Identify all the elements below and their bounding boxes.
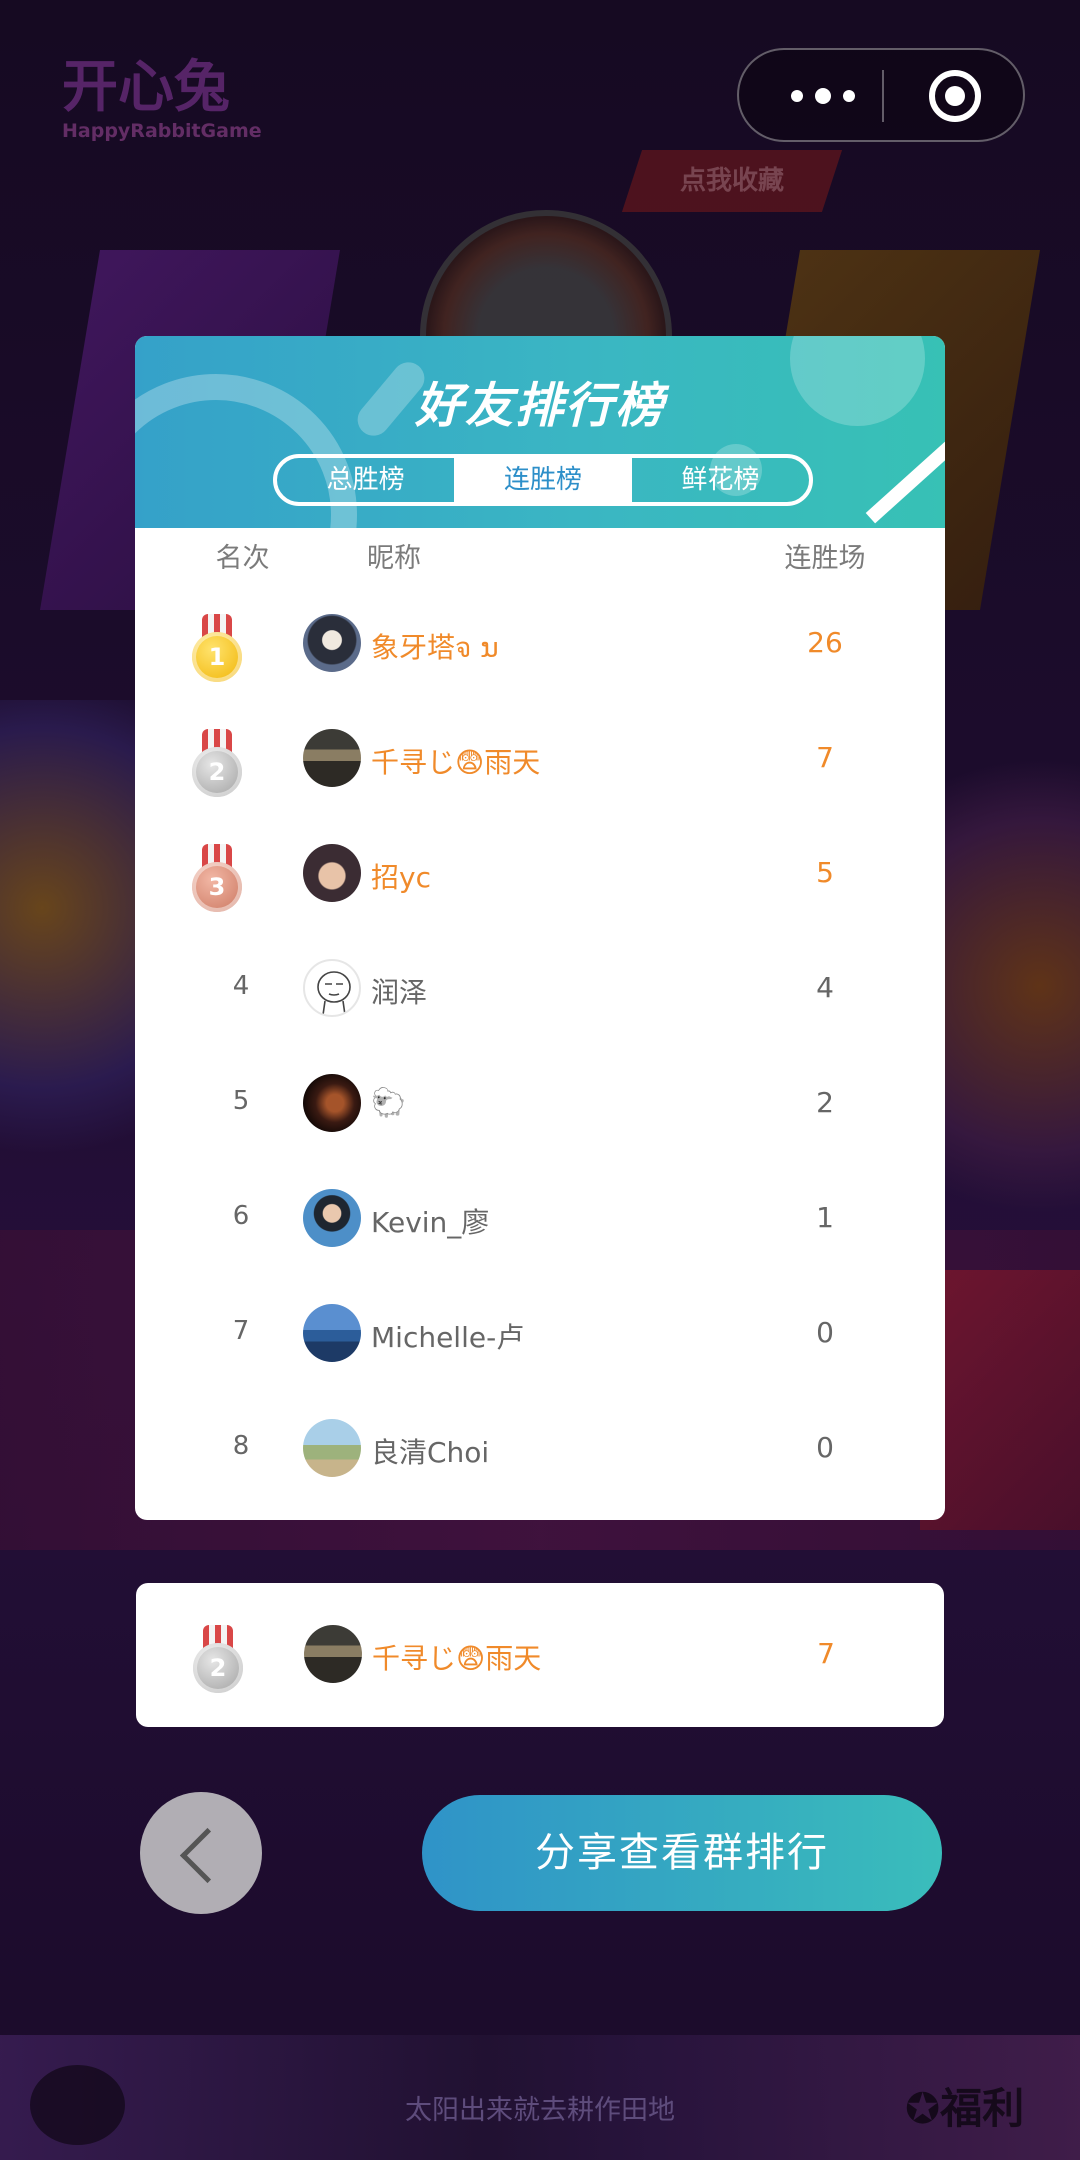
- share-group-ranking-button[interactable]: 分享查看群排行: [422, 1795, 942, 1911]
- row-score: 26: [807, 626, 843, 659]
- leaderboard-row: 4 润泽 4: [135, 931, 945, 1046]
- avatar: [304, 1625, 362, 1683]
- leaderboard-row: 5 🐑 2: [135, 1046, 945, 1161]
- leaderboard-row: 7 Michelle-卢 0: [135, 1276, 945, 1391]
- medal-rank: 3: [192, 862, 242, 912]
- silver-medal-icon: 2: [189, 1625, 247, 1695]
- medal-rank: 1: [192, 632, 242, 682]
- row-nickname: 🐑: [371, 1086, 406, 1119]
- my-rank: 2: [193, 1643, 243, 1693]
- row-nickname: 良清Choi: [371, 1436, 490, 1469]
- row-nickname: 象牙塔จ ນ: [371, 631, 499, 664]
- row-score: 1: [816, 1201, 834, 1234]
- avatar: [303, 959, 361, 1017]
- row-rank: 6: [232, 1201, 250, 1231]
- header-deco-stripe: [865, 432, 945, 524]
- my-score: 7: [817, 1637, 835, 1670]
- leaderboard-row: 8 良清Choi 0: [135, 1391, 945, 1506]
- more-options-icon[interactable]: [779, 50, 889, 140]
- leaderboard-row: 6 Kevin_廖 1: [135, 1161, 945, 1276]
- bookmark-banner: 点我收藏: [621, 150, 843, 212]
- avatar: [303, 614, 361, 672]
- row-nickname: Michelle-卢: [371, 1321, 525, 1354]
- row-nickname: 润泽: [371, 976, 428, 1009]
- leaderboard-row: 2 千寻じ😨雨天 7: [135, 701, 945, 816]
- avatar: [303, 1304, 361, 1362]
- bookmark-banner-label: 点我收藏: [679, 166, 784, 196]
- row-score: 4: [816, 971, 834, 1004]
- leaderboard-card: 好友排行榜 总胜榜 连胜榜 鲜花榜 名次 昵称 连胜场 1 象牙塔จ ນ 2 6 …: [135, 336, 945, 1520]
- row-score: 0: [816, 1316, 834, 1349]
- row-nickname: 千寻じ😨雨天: [371, 746, 541, 779]
- avatar: [303, 1189, 361, 1247]
- app-logo-text: 开心兔: [62, 55, 230, 120]
- bg-wing-right: [945, 700, 1080, 1220]
- column-header-rank: 名次: [215, 543, 270, 574]
- footer-slogan: 太阳出来就去耕作田地: [405, 2095, 675, 2126]
- avatar: [303, 1074, 361, 1132]
- my-rank-row: 2 千寻じ😨雨天 7: [136, 1597, 946, 1712]
- app-logo-subtitle: HappyRabbitGame: [62, 120, 262, 142]
- row-score: 7: [816, 741, 834, 774]
- column-header-score: 连胜场: [784, 543, 866, 574]
- my-rank-card: 2 千寻じ😨雨天 7: [136, 1583, 944, 1727]
- leaderboard-header: 好友排行榜 总胜榜 连胜榜 鲜花榜: [135, 336, 945, 528]
- back-button[interactable]: [140, 1792, 262, 1914]
- column-header-nickname: 昵称: [367, 543, 421, 574]
- row-score: 2: [816, 1086, 834, 1119]
- bg-wing-left: [0, 700, 140, 1220]
- medal-rank: 2: [192, 747, 242, 797]
- my-nickname: 千寻じ😨雨天: [372, 1642, 542, 1675]
- leaderboard-row: 1 象牙塔จ ນ 26: [135, 586, 945, 701]
- ranking-tabs: 总胜榜 连胜榜 鲜花榜: [273, 454, 813, 506]
- leaderboard-title: 好友排行榜: [414, 378, 665, 434]
- avatar: [303, 1419, 361, 1477]
- tab-flowers[interactable]: 鲜花榜: [632, 458, 809, 502]
- row-rank: 5: [232, 1086, 250, 1116]
- row-rank: 4: [232, 971, 250, 1001]
- row-rank: 8: [232, 1431, 250, 1461]
- row-score: 5: [816, 856, 834, 889]
- tab-win-streak[interactable]: 连胜榜: [454, 458, 632, 502]
- silver-medal-icon: 2: [188, 729, 246, 799]
- miniprogram-capsule: [737, 48, 1025, 142]
- row-nickname: 招yc: [371, 861, 431, 894]
- capsule-divider: [882, 70, 884, 122]
- row-nickname: Kevin_廖: [371, 1206, 490, 1239]
- row-rank: 7: [232, 1316, 250, 1346]
- row-score: 0: [816, 1431, 834, 1464]
- app-logo: 开心兔 HappyRabbitGame: [62, 60, 262, 180]
- close-miniprogram-icon[interactable]: [929, 70, 981, 122]
- leaderboard-row: 3 招yc 5: [135, 816, 945, 931]
- avatar: [303, 729, 361, 787]
- gold-medal-icon: 1: [188, 614, 246, 684]
- bronze-medal-icon: 3: [188, 844, 246, 914]
- tab-total-wins[interactable]: 总胜榜: [277, 458, 454, 502]
- avatar: [303, 844, 361, 902]
